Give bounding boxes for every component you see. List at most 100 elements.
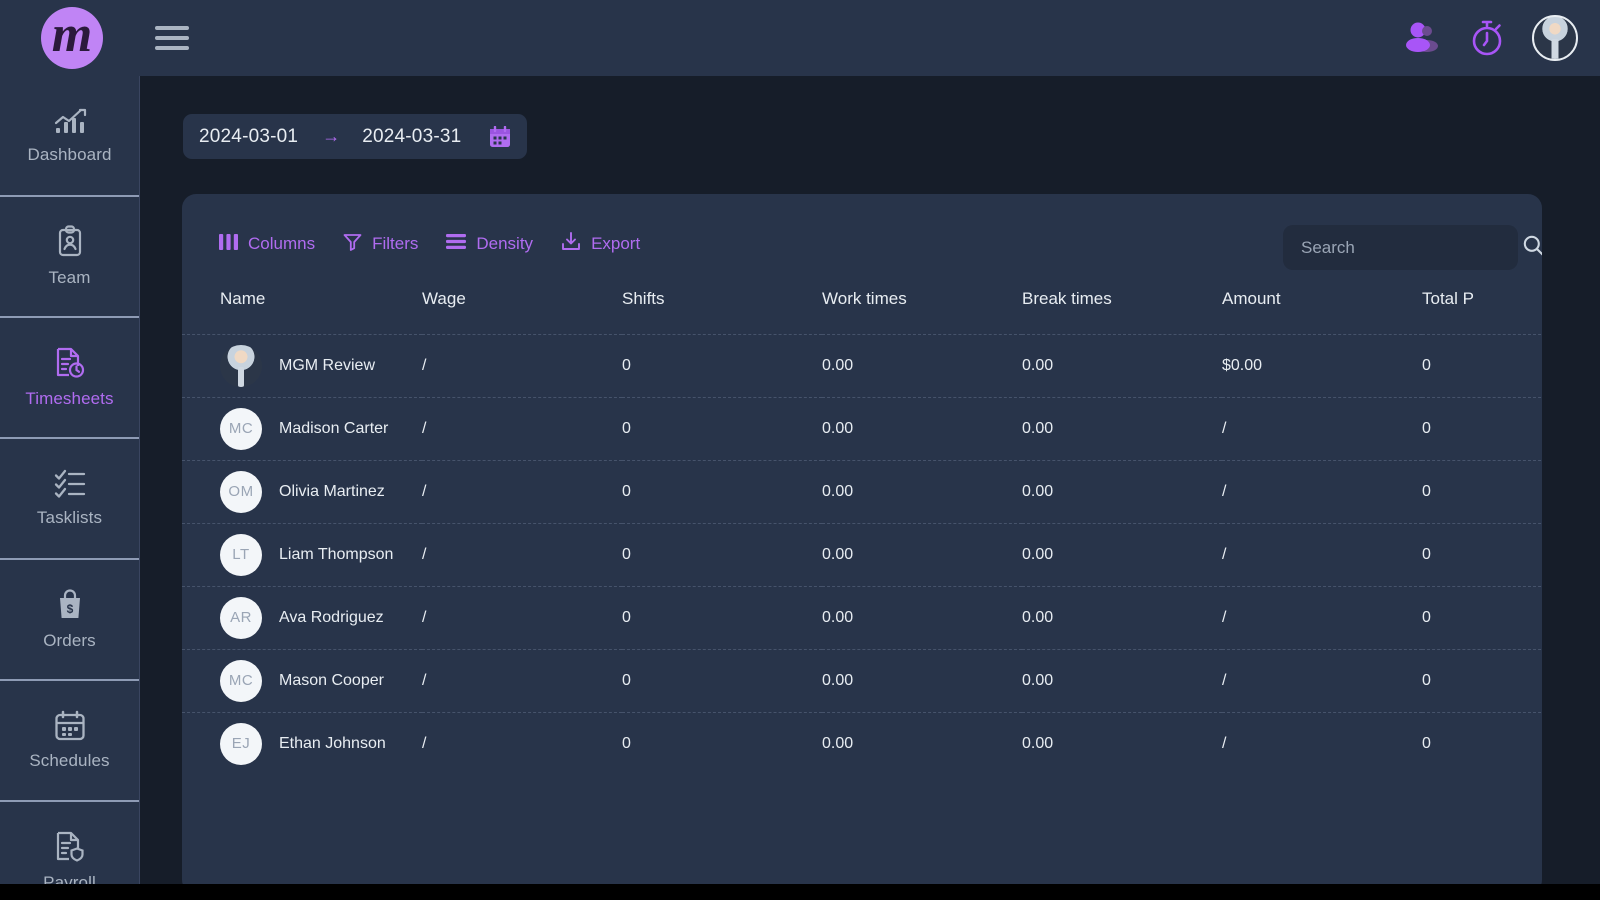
cell-name: AR Ava Rodriguez xyxy=(182,585,422,649)
avatar-initials: MC xyxy=(220,407,262,450)
cell-work-times: 0.00 xyxy=(822,459,1022,523)
table-row[interactable]: MC Madison Carter/0 0.00 0.00/0 xyxy=(182,396,1542,460)
hamburger-bar xyxy=(155,36,189,40)
logo-letter: m xyxy=(51,6,92,63)
columns-button[interactable]: Columns xyxy=(219,233,316,255)
cell-total-p: 0 xyxy=(1422,522,1542,586)
cell-wage: / xyxy=(422,522,622,586)
columns-icon xyxy=(219,233,238,255)
density-button[interactable]: Density xyxy=(446,234,533,254)
hamburger-icon[interactable] xyxy=(155,23,189,53)
sidebar-item-timesheets[interactable]: Timesheets xyxy=(0,318,139,439)
top-bar: m xyxy=(0,0,1600,76)
name-cell: MC Mason Cooper xyxy=(220,659,422,702)
columns-label: Columns xyxy=(248,234,316,253)
date-range-picker[interactable]: 2024-03-01 → 2024-03-31 xyxy=(183,114,527,159)
sidebar-item-orders[interactable]: $ Orders xyxy=(0,560,139,681)
timesheets-table-scroll[interactable]: Name Wage Shifts Work times Break times … xyxy=(182,286,1542,892)
cell-break-times: 0.00 xyxy=(1022,648,1222,712)
timesheets-table: Name Wage Shifts Work times Break times … xyxy=(182,286,1542,775)
cell-name: LT Liam Thompson xyxy=(182,522,422,586)
name-cell: AR Ava Rodriguez xyxy=(220,596,422,639)
stopwatch-icon[interactable] xyxy=(1468,18,1506,58)
cell-total-p: 0 xyxy=(1422,585,1542,649)
filter-icon xyxy=(343,233,362,256)
name-cell: OM Olivia Martinez xyxy=(220,470,422,513)
sidebar-item-label: Schedules xyxy=(29,751,110,770)
sidebar-item-payroll[interactable]: Payroll xyxy=(0,802,139,892)
table-row[interactable]: LT Liam Thompson/0 0.00 0.00/0 xyxy=(182,522,1542,586)
cell-amount: $0.00 xyxy=(1222,333,1422,397)
avatar-initials: OM xyxy=(220,470,262,513)
checklist-icon xyxy=(53,469,87,499)
app-logo[interactable]: m xyxy=(0,0,143,76)
cell-shifts: 0 xyxy=(622,396,822,460)
cell-amount: / xyxy=(1222,585,1422,649)
column-header-wage[interactable]: Wage xyxy=(422,286,622,334)
table-body: MGM Review/0 0.00 0.00 $0.00 0 MC Madison Cart… xyxy=(182,333,1542,775)
row-name-label: MGM Review xyxy=(279,356,376,374)
date-range-start[interactable]: 2024-03-01 xyxy=(199,126,298,148)
cell-wage: / xyxy=(422,396,622,460)
cell-work-times: 0.00 xyxy=(822,648,1022,712)
search-box[interactable] xyxy=(1283,225,1542,270)
users-icon[interactable] xyxy=(1402,19,1442,57)
sidebar-item-label: Timesheets xyxy=(25,389,114,408)
column-header-work-times[interactable]: Work times xyxy=(822,286,1022,334)
clipboard-user-icon xyxy=(55,225,85,259)
hamburger-bar xyxy=(155,26,189,30)
cell-amount: / xyxy=(1222,522,1422,586)
cell-total-p: 0 xyxy=(1422,459,1542,523)
filters-button[interactable]: Filters xyxy=(343,233,418,256)
cell-wage: / xyxy=(422,333,622,397)
row-name-label: Madison Carter xyxy=(279,419,389,437)
search-input[interactable] xyxy=(1301,237,1522,258)
avatar-initials: LT xyxy=(220,533,262,576)
bottom-bar xyxy=(0,884,1600,892)
column-header-shifts[interactable]: Shifts xyxy=(622,286,822,334)
top-bar-actions xyxy=(1402,15,1600,61)
sidebar-item-dashboard[interactable]: Dashboard xyxy=(0,76,139,197)
cell-wage: / xyxy=(422,711,622,775)
sidebar-item-team[interactable]: Team xyxy=(0,197,139,318)
table-header-row: Name Wage Shifts Work times Break times … xyxy=(182,286,1542,334)
cell-break-times: 0.00 xyxy=(1022,585,1222,649)
density-icon xyxy=(446,234,467,254)
table-row[interactable]: MGM Review/0 0.00 0.00 $0.00 0 xyxy=(182,333,1542,397)
column-header-total-p[interactable]: Total P xyxy=(1422,286,1542,334)
sidebar-item-tasklists[interactable]: Tasklists xyxy=(0,439,139,560)
table-row[interactable]: OM Olivia Martinez/0 0.00 0.00/0 xyxy=(182,459,1542,523)
export-button[interactable]: Export xyxy=(561,232,640,256)
cell-break-times: 0.00 xyxy=(1022,333,1222,397)
sidebar-item-schedules[interactable]: Schedules xyxy=(0,681,139,802)
cell-name: OM Olivia Martinez xyxy=(182,459,422,523)
cell-break-times: 0.00 xyxy=(1022,522,1222,586)
avatar[interactable] xyxy=(1532,15,1578,61)
cell-work-times: 0.00 xyxy=(822,396,1022,460)
cell-amount: / xyxy=(1222,396,1422,460)
document-shield-icon xyxy=(54,830,86,864)
date-range-arrow: → xyxy=(322,126,341,146)
svg-text:$: $ xyxy=(66,602,73,616)
document-clock-icon xyxy=(54,346,86,380)
table-row[interactable]: AR Ava Rodriguez/0 0.00 0.00/0 xyxy=(182,585,1542,649)
table-row[interactable]: MC Mason Cooper/0 0.00 0.00/0 xyxy=(182,648,1542,712)
cell-wage: / xyxy=(422,585,622,649)
search-icon[interactable] xyxy=(1522,234,1542,262)
cell-total-p: 0 xyxy=(1422,711,1542,775)
chart-bar-icon xyxy=(53,106,87,136)
main-content: 2024-03-01 → 2024-03-31 Columns Filters … xyxy=(140,76,1600,892)
cell-break-times: 0.00 xyxy=(1022,459,1222,523)
date-range-end[interactable]: 2024-03-31 xyxy=(362,126,461,148)
column-header-break-times[interactable]: Break times xyxy=(1022,286,1222,334)
row-name-label: Olivia Martinez xyxy=(279,482,385,500)
cell-amount: / xyxy=(1222,459,1422,523)
calendar-icon[interactable] xyxy=(489,125,511,148)
grid-toolbar: Columns Filters Density Export Search xyxy=(182,194,1542,294)
column-header-amount[interactable]: Amount xyxy=(1222,286,1422,334)
timesheets-card: Columns Filters Density Export Search Na… xyxy=(182,194,1542,892)
table-row[interactable]: EJ Ethan Johnson/0 0.00 0.00/0 xyxy=(182,711,1542,775)
hamburger-bar xyxy=(155,46,189,50)
column-header-name[interactable]: Name xyxy=(182,286,422,334)
cell-amount: / xyxy=(1222,648,1422,712)
